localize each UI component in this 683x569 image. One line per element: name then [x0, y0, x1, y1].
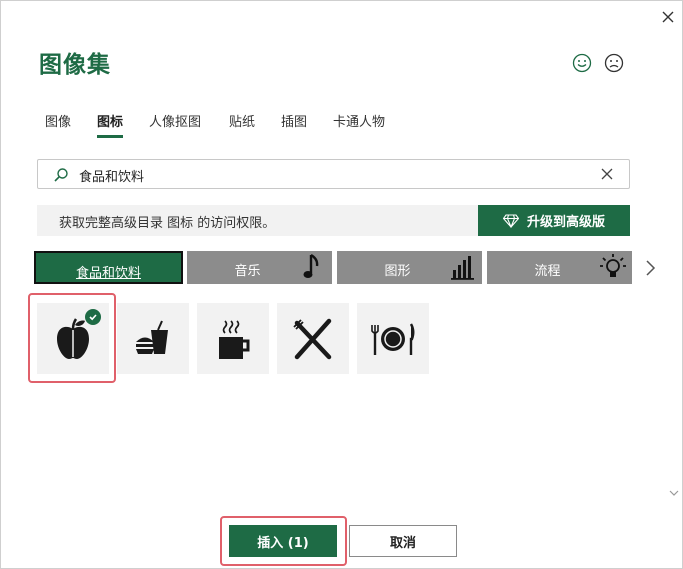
category-food-drink[interactable]: 食品和饮料 [34, 251, 183, 284]
category-process[interactable]: 流程 [487, 251, 632, 284]
icon-result-coffee[interactable] [197, 303, 269, 374]
active-tab-underline [97, 135, 124, 138]
upsell-message: 获取完整高级目录 图标 的访问权限。 [59, 216, 276, 231]
lightbulb-icon [600, 254, 626, 277]
category-label: 食品和饮料 [75, 266, 141, 281]
burger-drink-icon [136, 320, 168, 354]
category-label: 音乐 [234, 264, 261, 279]
search-icon [54, 168, 68, 182]
tab-illustrations[interactable]: 插图 [281, 111, 307, 130]
category-carousel: 食品和饮料 音乐 图形 流程 [34, 249, 634, 287]
close-button[interactable] [657, 6, 679, 28]
category-music[interactable]: 音乐 [187, 251, 332, 284]
diamond-icon [502, 213, 519, 228]
upgrade-premium-button[interactable]: 升级到高级版 [478, 205, 630, 236]
scroll-down-icon[interactable] [668, 487, 680, 499]
smile-icon [572, 53, 592, 73]
upgrade-label: 升级到高级版 [526, 215, 605, 230]
insert-button[interactable]: 插入 (1) [229, 525, 337, 557]
tab-icons[interactable]: 图标 [97, 111, 124, 138]
tab-icons-label: 图标 [97, 115, 124, 130]
frown-feedback-button[interactable] [604, 53, 624, 73]
chevron-right-icon[interactable] [642, 257, 658, 279]
cancel-button[interactable]: 取消 [349, 525, 457, 557]
frown-icon [604, 53, 624, 73]
tab-cutout-people[interactable]: 人像抠图 [149, 111, 201, 130]
tab-stickers[interactable]: 贴纸 [229, 111, 255, 130]
icon-result-fork-knife[interactable] [277, 303, 349, 374]
category-shapes[interactable]: 图形 [337, 251, 482, 284]
icon-result-plate-setting[interactable] [357, 303, 429, 374]
icon-result-burger-drink[interactable] [117, 303, 189, 374]
clear-search-icon[interactable] [599, 166, 615, 182]
music-note-icon [303, 253, 319, 278]
dialog-title: 图像集 [39, 52, 111, 78]
selected-check-icon [85, 309, 101, 325]
category-label: 图形 [384, 264, 411, 279]
image-collection-dialog: 图像集 图像 图标 人像抠图 贴纸 插图 卡通人物 食品和饮料 获取完整高级目录… [0, 0, 683, 569]
tab-cartoon-people[interactable]: 卡通人物 [333, 111, 385, 130]
close-icon [662, 11, 674, 23]
bar-chart-icon [451, 256, 474, 280]
smile-feedback-button[interactable] [572, 53, 592, 73]
plate-setting-icon [371, 322, 415, 355]
category-label: 流程 [534, 264, 561, 279]
premium-upsell-bar: 获取完整高级目录 图标 的访问权限。 升级到高级版 [37, 205, 630, 236]
search-input[interactable]: 食品和饮料 [79, 166, 144, 185]
search-box[interactable]: 食品和饮料 [37, 159, 630, 189]
fork-knife-icon [293, 318, 332, 359]
coffee-cup-icon [219, 319, 250, 359]
icon-result-apple[interactable] [37, 303, 109, 374]
tab-images[interactable]: 图像 [45, 111, 71, 130]
